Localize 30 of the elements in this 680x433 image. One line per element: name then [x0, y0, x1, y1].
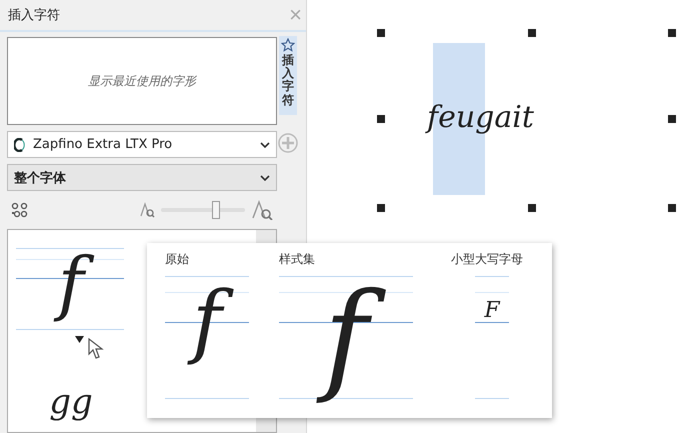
variant-label: 样式集: [279, 251, 316, 268]
star-icon: [281, 38, 295, 52]
zoom-in-icon[interactable]: [251, 200, 273, 220]
selection-handle[interactable]: [668, 204, 676, 212]
glyph-display-icon: [11, 202, 29, 218]
font-icon: [14, 138, 26, 152]
slider-thumb[interactable]: [212, 201, 220, 219]
selection-handle[interactable]: [377, 115, 385, 123]
zoom-out-icon[interactable]: [139, 202, 155, 218]
glyph-variant[interactable]: F: [480, 298, 504, 406]
glyph-size-slider[interactable]: [161, 201, 245, 219]
chevron-icon: [260, 174, 270, 180]
selection-handle[interactable]: [528, 29, 536, 37]
side-tab[interactable]: 插入字符: [279, 36, 297, 115]
selection-handle[interactable]: [377, 204, 385, 212]
cursor-icon: [88, 338, 104, 360]
selection-handle[interactable]: [377, 29, 385, 37]
chevron-icon: [260, 142, 270, 148]
add-icon[interactable]: [278, 132, 298, 153]
recent-glyphs-area: 显示最近使用的字形: [7, 37, 277, 125]
selection-handle[interactable]: [528, 204, 536, 212]
font-dropdown[interactable]: Zapfino Extra LTX Pro: [7, 131, 277, 158]
selection-handle[interactable]: [668, 115, 676, 123]
variant-label: 原始: [165, 251, 190, 268]
glyph[interactable]: gg: [42, 382, 100, 422]
subset-dropdown[interactable]: 整个字体: [7, 164, 277, 191]
variant-label: 小型大写字母: [451, 251, 523, 268]
panel-title: 插入字符: [8, 7, 60, 24]
selection-handle[interactable]: [668, 29, 676, 37]
artistic-text[interactable]: feugait: [427, 100, 534, 136]
